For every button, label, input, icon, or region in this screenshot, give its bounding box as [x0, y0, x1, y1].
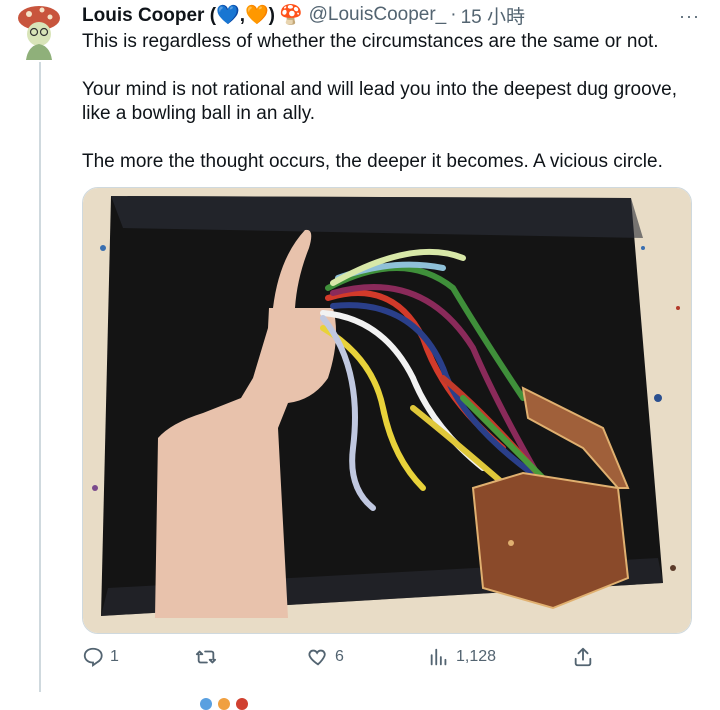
- like-count: 6: [335, 648, 344, 665]
- paragraph-spacer: [82, 54, 692, 78]
- display-name[interactable]: Louis Cooper (💙,🧡): [82, 3, 275, 27]
- tweet-header: Louis Cooper (💙,🧡) 🍄 @LouisCooper_ · 15 …: [82, 2, 700, 29]
- user-handle[interactable]: @LouisCooper_: [309, 4, 447, 26]
- more-options-icon[interactable]: ···: [679, 6, 700, 27]
- separator-dot: ·: [450, 4, 457, 25]
- views-icon: [430, 648, 447, 666]
- like-button[interactable]: 6: [307, 646, 344, 668]
- painting-image: [83, 188, 691, 633]
- paragraph-spacer: [82, 126, 692, 150]
- avatar[interactable]: [16, 4, 62, 60]
- retweet-icon: [195, 650, 217, 664]
- share-icon: [574, 647, 592, 667]
- tweet-actions: 1 6 1,128: [82, 646, 602, 676]
- reply-button[interactable]: 1: [82, 646, 119, 668]
- tweet-text: This is regardless of whether the circum…: [82, 30, 692, 174]
- next-tweet-peek: [200, 698, 248, 710]
- timestamp[interactable]: 15 小時: [461, 2, 525, 29]
- tweet-paragraph-3: The more the thought occurs, the deeper …: [82, 151, 663, 172]
- blue-heart-icon: [200, 698, 212, 710]
- tweet-paragraph-2: Your mind is not rational and will lead …: [82, 79, 678, 124]
- mushroom-icon: [236, 698, 248, 710]
- reply-count: 1: [110, 648, 119, 665]
- heart-icon: [308, 649, 326, 666]
- mushroom-badge-icon: 🍄: [278, 5, 303, 26]
- tweet-image[interactable]: [82, 187, 692, 634]
- views-count: 1,128: [456, 648, 497, 665]
- thread-line: [39, 62, 41, 692]
- share-button[interactable]: [572, 646, 594, 668]
- views-button[interactable]: 1,128: [428, 646, 496, 668]
- orange-heart-icon: [218, 698, 230, 710]
- tweet-paragraph-1: This is regardless of whether the circum…: [82, 31, 659, 52]
- reply-icon: [83, 647, 103, 668]
- retweet-button[interactable]: [195, 646, 223, 668]
